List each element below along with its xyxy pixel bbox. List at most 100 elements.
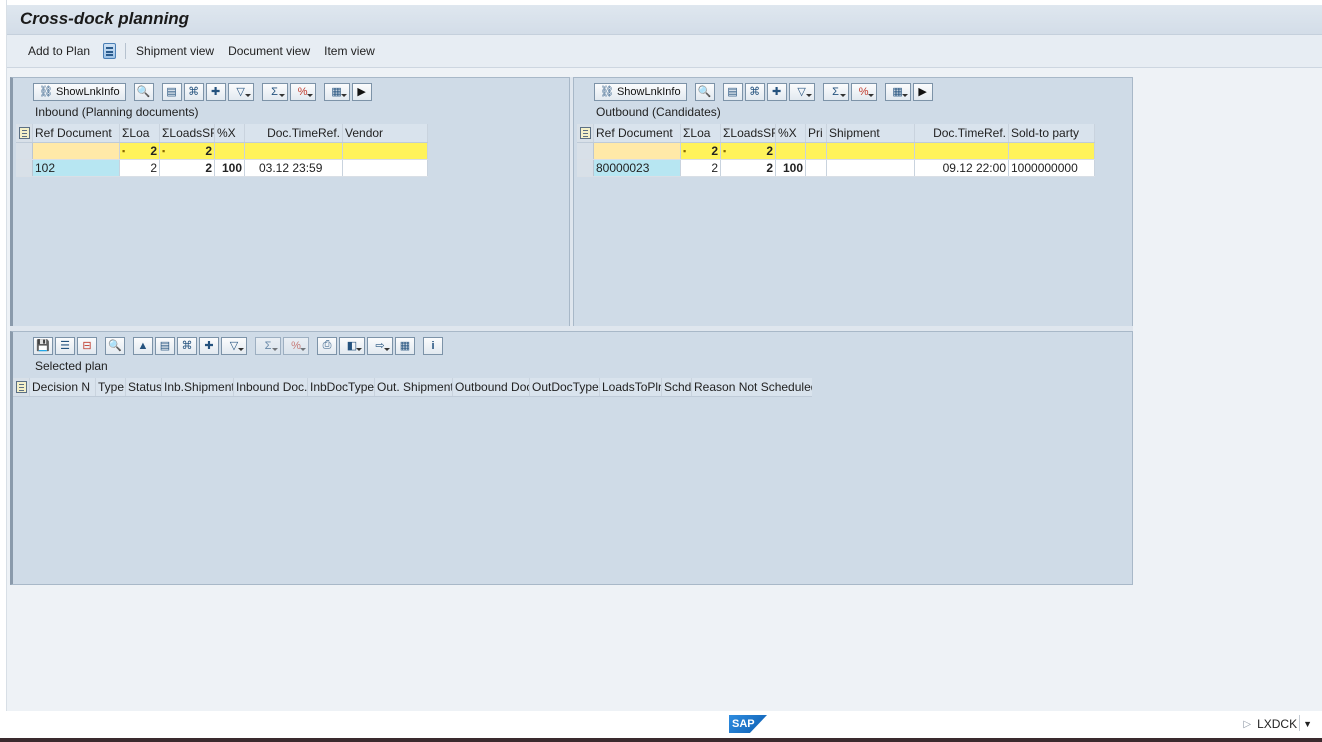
chevron-down-icon[interactable]: ▼ xyxy=(1303,719,1312,729)
window-edge xyxy=(0,0,7,742)
sum-loads-sr-value: 2 xyxy=(205,144,212,158)
filter-icon[interactable]: ▽ xyxy=(221,336,247,355)
table-row[interactable]: 102 2 2 100 03.12 23:59 xyxy=(16,160,428,177)
sort-ascending-icon[interactable]: ▤ xyxy=(161,82,182,101)
select-all-icon[interactable] xyxy=(13,378,30,396)
col-sold-to-party[interactable]: Sold-to party xyxy=(1009,124,1095,142)
delete-row-icon[interactable]: ⊟ xyxy=(77,336,97,355)
select-all-icon[interactable] xyxy=(16,124,33,142)
sum-cell xyxy=(245,143,343,159)
vendor-cell xyxy=(343,160,428,176)
sum-icon[interactable]: Σ xyxy=(261,82,288,101)
shipment-view-button[interactable]: Shipment view xyxy=(129,44,221,58)
print-icon[interactable]: ⎙ xyxy=(317,336,337,355)
col-percent[interactable]: %X xyxy=(215,124,245,142)
more-icon[interactable]: ▶ xyxy=(912,82,933,101)
table-row-sum: ▪ 2 ▪ 2 xyxy=(577,143,1095,160)
sum-cell xyxy=(806,143,827,159)
col-inb-doc-type[interactable]: InbDocType xyxy=(308,378,375,396)
sort-ascending-icon[interactable]: ▤ xyxy=(722,82,743,101)
find-next-icon[interactable]: ✚ xyxy=(766,82,787,101)
details-icon[interactable]: 🔍 xyxy=(694,82,715,101)
col-schdl[interactable]: Schdl xyxy=(662,378,692,396)
toolbar-separator xyxy=(125,43,127,59)
find-icon[interactable]: ⌘ xyxy=(744,82,765,101)
show-link-info-label: ShowLnkInfo xyxy=(616,85,681,98)
percent-cell: 100 xyxy=(215,160,245,176)
col-type[interactable]: Type xyxy=(96,378,126,396)
save-icon[interactable]: 💾 xyxy=(33,336,53,355)
col-percent[interactable]: %X xyxy=(776,124,806,142)
col-inbound-doc[interactable]: Inbound Doc. xyxy=(234,378,308,396)
system-name: LXDCK xyxy=(1257,717,1298,731)
plan-grid-toolbar: 💾 ☰ ⊟ 🔍 ▲ ▤ ⌘ ✚ ▽ Σ % ⎙ ◧ ⇨ ▦ i xyxy=(13,332,1132,356)
export-icon[interactable]: ⇨ xyxy=(367,336,393,355)
views-icon[interactable]: ◧ xyxy=(339,336,365,355)
find-icon[interactable]: ⌘ xyxy=(177,336,197,355)
col-loads-sr[interactable]: ΣLoadsSR xyxy=(721,124,776,142)
loads-cell: 2 xyxy=(681,160,721,176)
find-next-icon[interactable]: ✚ xyxy=(205,82,226,101)
sap-logo: SAP xyxy=(729,715,767,733)
info-icon[interactable]: i xyxy=(423,336,443,355)
plan-grid: Decision N Type Status Inb.Shipment Inbo… xyxy=(13,378,812,397)
percent-cell: 100 xyxy=(776,160,806,176)
row-selector[interactable] xyxy=(577,143,594,159)
print-preview-icon[interactable]: ☰ xyxy=(55,336,75,355)
filter-icon[interactable]: ▽ xyxy=(788,82,815,101)
select-all-icon[interactable] xyxy=(577,124,594,142)
col-out-shipment[interactable]: Out. Shipment xyxy=(375,378,453,396)
ref-document-cell[interactable]: 102 xyxy=(33,160,120,176)
layout-icon[interactable]: ▦ xyxy=(884,82,911,101)
filter-icon[interactable]: ▽ xyxy=(227,82,254,101)
sum-icon[interactable]: Σ xyxy=(255,336,281,355)
col-loads-sr[interactable]: ΣLoadsSR xyxy=(160,124,215,142)
col-loads[interactable]: ΣLoa xyxy=(120,124,160,142)
row-selector[interactable] xyxy=(577,160,594,176)
layout-icon[interactable]: ▦ xyxy=(323,82,350,101)
calculator-icon[interactable] xyxy=(103,43,117,59)
more-icon[interactable]: ▶ xyxy=(351,82,372,101)
subtotal-icon[interactable]: % xyxy=(850,82,877,101)
add-to-plan-button[interactable]: Add to Plan xyxy=(21,44,97,58)
row-selector[interactable] xyxy=(16,143,33,159)
find-icon[interactable]: ⌘ xyxy=(183,82,204,101)
col-reason-not-scheduled[interactable]: Reason Not Scheduled xyxy=(692,378,812,396)
col-inb-shipment[interactable]: Inb.Shipment xyxy=(162,378,234,396)
details-icon[interactable]: 🔍 xyxy=(105,336,125,355)
sum-icon[interactable]: Σ xyxy=(822,82,849,101)
col-out-doc-type[interactable]: OutDocType xyxy=(530,378,600,396)
col-priority[interactable]: Pri xyxy=(806,124,827,142)
col-status[interactable]: Status xyxy=(126,378,162,396)
layout-icon[interactable]: ▦ xyxy=(395,336,415,355)
col-vendor[interactable]: Vendor xyxy=(343,124,428,142)
col-shipment[interactable]: Shipment xyxy=(827,124,915,142)
col-ref-document[interactable]: Ref Document xyxy=(594,124,681,142)
sort-descending-icon[interactable]: ▤ xyxy=(155,336,175,355)
doc-time-ref-cell: 03.12 23:59 xyxy=(245,160,343,176)
col-outbound-doc[interactable]: Outbound Doc xyxy=(453,378,530,396)
details-icon[interactable]: 🔍 xyxy=(133,82,154,101)
col-doc-time-ref[interactable]: Doc.TimeRef. xyxy=(245,124,343,142)
plan-grid-header: Decision N Type Status Inb.Shipment Inbo… xyxy=(13,378,812,397)
item-view-button[interactable]: Item view xyxy=(317,44,382,58)
system-info[interactable]: ▷ LXDCK ▼ xyxy=(1243,717,1312,731)
col-loads[interactable]: ΣLoa xyxy=(681,124,721,142)
ref-document-cell[interactable]: 80000023 xyxy=(594,160,681,176)
sum-loads-sr-value: 2 xyxy=(766,144,773,158)
col-loads-to-pln[interactable]: LoadsToPln xyxy=(600,378,662,396)
subtotal-icon[interactable]: % xyxy=(289,82,316,101)
col-ref-document[interactable]: Ref Document xyxy=(33,124,120,142)
sort-ascending-icon[interactable]: ▲ xyxy=(133,336,153,355)
col-doc-time-ref[interactable]: Doc.TimeRef. xyxy=(915,124,1009,142)
show-link-info-button[interactable]: ⛓ ShowLnkInfo xyxy=(33,82,126,101)
subtotal-icon[interactable]: % xyxy=(283,336,309,355)
col-decision-no[interactable]: Decision N xyxy=(30,378,96,396)
application-toolbar: Add to Plan Shipment view Document view … xyxy=(7,35,1322,68)
find-next-icon[interactable]: ✚ xyxy=(199,336,219,355)
document-view-button[interactable]: Document view xyxy=(221,44,317,58)
row-selector[interactable] xyxy=(16,160,33,176)
table-row[interactable]: 80000023 2 2 100 09.12 22:00 1000000000 xyxy=(577,160,1095,177)
show-link-info-button[interactable]: ⛓ ShowLnkInfo xyxy=(594,82,687,101)
loads-sr-cell: 2 xyxy=(721,160,776,176)
